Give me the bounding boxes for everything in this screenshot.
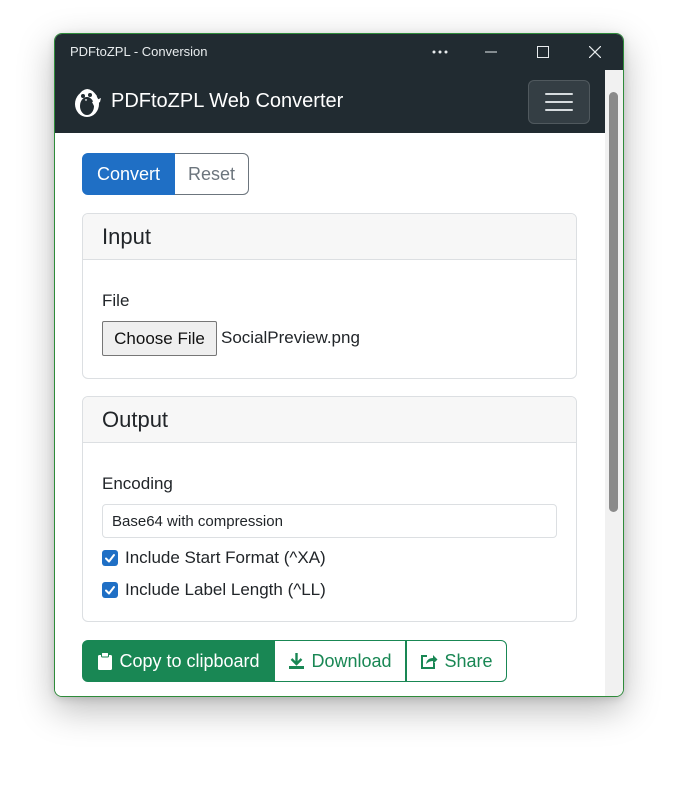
checkmark-icon [105,586,115,595]
convert-button[interactable]: Convert [82,153,175,195]
share-button[interactable]: Share [406,640,507,682]
file-label: File [102,291,130,310]
mode-button-group: Convert Reset [82,153,249,195]
encoding-label: Encoding [102,474,173,493]
clipboard-icon [98,652,113,670]
window-title: PDFtoZPL - Conversion [70,44,208,59]
tux-penguin-icon[interactable] [70,84,104,118]
start-format-checkbox[interactable] [102,550,118,566]
input-card: Input File Choose File SocialPreview.png [82,213,577,379]
start-format-label[interactable]: Include Start Format (^XA) [125,548,326,568]
selected-file-name: SocialPreview.png [221,328,360,347]
main-content: Convert Reset Input File Choose File Soc… [55,133,605,696]
label-length-checkbox-row[interactable]: Include Label Length (^LL) [102,580,326,600]
more-icon [432,50,448,54]
close-icon [589,46,601,58]
action-button-group: Copy to clipboard Download Share [82,640,507,682]
minimize-icon [485,51,497,53]
start-format-checkbox-row[interactable]: Include Start Format (^XA) [102,548,326,568]
scrollbar-thumb[interactable] [609,92,618,512]
app-window: PDFtoZPL - Conversion PDFtoZPL Web Conve… [54,33,624,697]
navbar-toggler-button[interactable] [528,80,590,124]
maximize-icon [537,46,549,58]
reset-button[interactable]: Reset [175,153,249,195]
label-length-label[interactable]: Include Label Length (^LL) [125,580,326,600]
copy-to-clipboard-button[interactable]: Copy to clipboard [82,640,275,682]
more-button[interactable] [417,34,463,70]
input-card-header: Input [83,214,576,260]
output-card: Output Encoding Base64 with compression … [82,396,577,622]
download-icon [289,653,305,669]
close-button[interactable] [572,34,618,70]
download-button[interactable]: Download [275,640,406,682]
title-bar[interactable]: PDFtoZPL - Conversion [55,34,623,70]
copy-to-clipboard-label: Copy to clipboard [119,650,260,671]
download-label: Download [311,650,392,671]
choose-file-button[interactable]: Choose File [102,321,217,356]
share-label: Share [444,650,493,671]
minimize-button[interactable] [468,34,514,70]
label-length-checkbox[interactable] [102,582,118,598]
share-icon [421,654,438,669]
encoding-select[interactable]: Base64 with compression [102,504,557,538]
checkmark-icon [105,554,115,563]
output-card-header: Output [83,397,576,443]
vertical-scrollbar[interactable] [605,70,623,696]
brand-title[interactable]: PDFtoZPL Web Converter [111,90,343,113]
maximize-button[interactable] [520,34,566,70]
navbar: PDFtoZPL Web Converter [55,70,605,133]
